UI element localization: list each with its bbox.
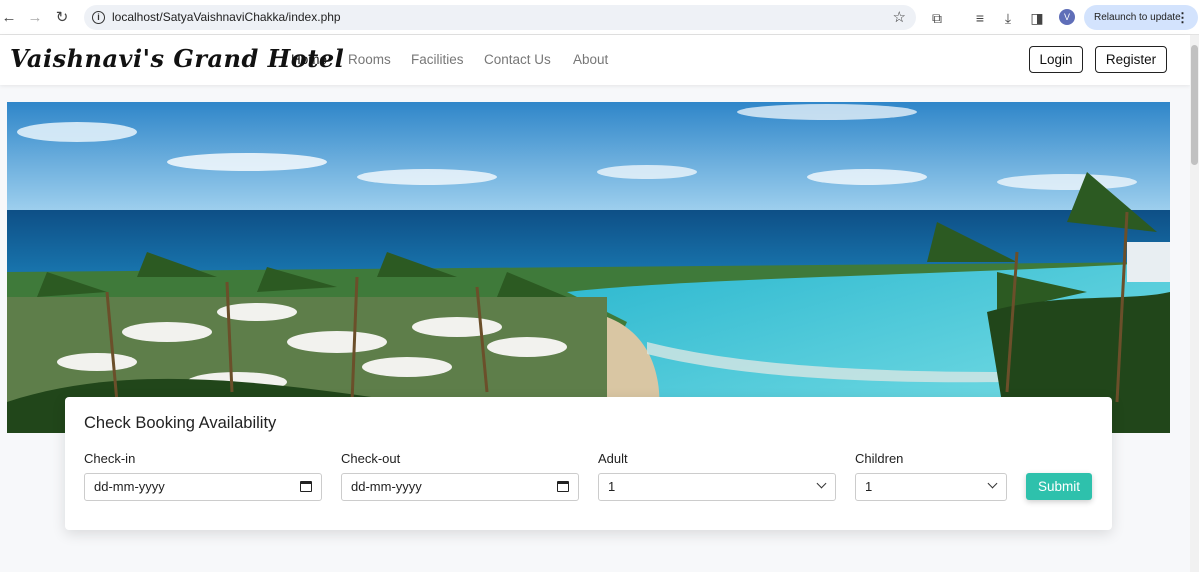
checkin-date-input[interactable]: dd-mm-yyyy (84, 473, 322, 501)
browser-toolbar: ← → ↻ i localhost/SatyaVaishnaviChakka/i… (0, 0, 1199, 35)
bookmark-star-icon[interactable]: ☆ (893, 8, 906, 26)
login-button[interactable]: Login (1029, 46, 1083, 73)
children-label: Children (855, 451, 904, 466)
checkout-value: dd-mm-yyyy (351, 479, 422, 494)
checkin-value: dd-mm-yyyy (94, 479, 165, 494)
register-button[interactable]: Register (1095, 46, 1167, 73)
checkin-label: Check-in (84, 451, 136, 466)
reload-icon[interactable]: ↻ (53, 9, 71, 27)
children-value: 1 (865, 479, 873, 494)
media-queue-icon[interactable]: ≡ (971, 9, 989, 27)
submit-button[interactable]: Submit (1026, 473, 1092, 500)
address-bar[interactable]: i localhost/SatyaVaishnaviChakka/index.p… (84, 5, 916, 30)
chevron-down-icon (816, 478, 827, 489)
nav-rooms[interactable]: Rooms (348, 52, 391, 67)
site-info-icon[interactable]: i (92, 11, 105, 24)
adult-label: Adult (598, 451, 628, 466)
profile-avatar[interactable]: V (1059, 9, 1075, 25)
page-scrollbar[interactable] (1190, 35, 1199, 572)
scrollbar-thumb[interactable] (1191, 45, 1198, 165)
side-panel-icon[interactable]: ◨ (1028, 9, 1046, 27)
adult-select[interactable]: 1 (598, 473, 836, 501)
chevron-down-icon (987, 478, 998, 489)
nav-about[interactable]: About (573, 52, 608, 67)
site-header: Vaishnavi's Grand Hotel Home Rooms Facil… (0, 35, 1190, 85)
children-select[interactable]: 1 (855, 473, 1007, 501)
adult-value: 1 (608, 479, 616, 494)
extensions-icon[interactable]: ⧉ (928, 9, 946, 27)
checkout-date-input[interactable]: dd-mm-yyyy (341, 473, 579, 501)
nav-contact-us[interactable]: Contact Us (484, 52, 551, 67)
url-text[interactable]: localhost/SatyaVaishnaviChakka/index.php (112, 10, 341, 24)
download-icon[interactable]: ⤓ (999, 9, 1017, 27)
booking-title: Check Booking Availability (84, 414, 277, 432)
forward-arrow-icon[interactable]: → (26, 9, 44, 27)
calendar-icon[interactable] (300, 481, 312, 492)
booking-availability-card: Check Booking Availability Check-in dd-m… (65, 397, 1112, 530)
nav-home[interactable]: Home (291, 52, 327, 67)
back-arrow-icon[interactable]: ← (0, 9, 18, 27)
relaunch-label: Relaunch to update (1094, 12, 1181, 23)
checkout-label: Check-out (341, 451, 401, 466)
hero-image (7, 102, 1170, 433)
relaunch-button[interactable]: Relaunch to update ⋮ (1084, 5, 1198, 30)
nav-facilities[interactable]: Facilities (411, 52, 464, 67)
calendar-icon[interactable] (557, 481, 569, 492)
more-menu-icon[interactable]: ⋮ (1176, 5, 1189, 30)
